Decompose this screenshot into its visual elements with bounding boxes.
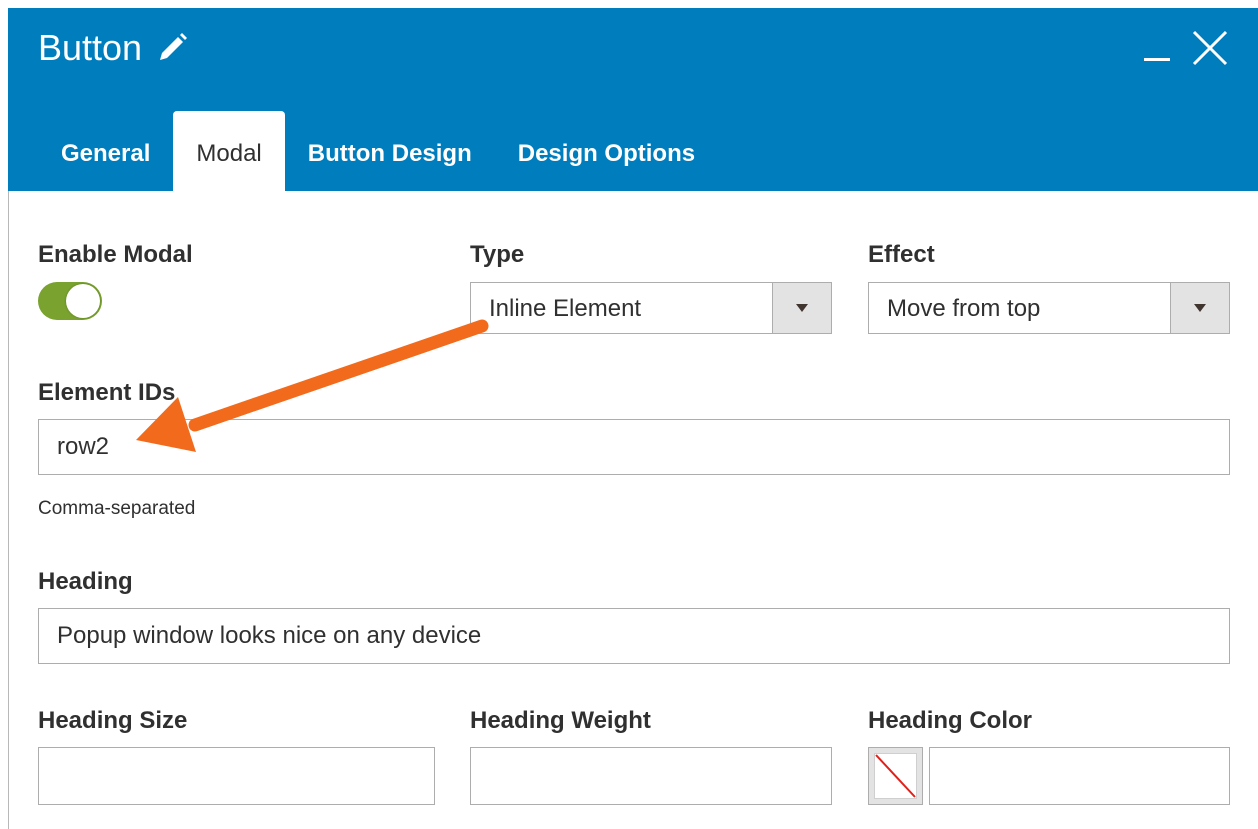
tab-design-options[interactable]: Design Options <box>495 111 718 191</box>
minimize-icon[interactable] <box>1144 58 1170 61</box>
tab-bar: General Modal Button Design Design Optio… <box>38 111 718 191</box>
enable-modal-toggle[interactable] <box>38 282 102 320</box>
heading-size-label: Heading Size <box>38 707 188 734</box>
heading-weight-input[interactable] <box>470 747 832 805</box>
heading-color-input[interactable] <box>929 747 1230 805</box>
enable-modal-label: Enable Modal <box>38 241 193 268</box>
type-select-value: Inline Element <box>489 295 642 322</box>
effect-select[interactable]: Move from top <box>868 282 1230 334</box>
element-ids-input[interactable]: row2 <box>38 419 1230 475</box>
tab-modal[interactable]: Modal <box>173 111 285 191</box>
heading-input[interactable]: Popup window looks nice on any device <box>38 608 1230 664</box>
close-icon[interactable] <box>1192 30 1228 66</box>
heading-weight-label: Heading Weight <box>470 707 651 734</box>
panel-left-border <box>8 191 9 829</box>
heading-color-label: Heading Color <box>868 707 1033 734</box>
heading-label: Heading <box>38 568 133 595</box>
title-text: Button <box>38 27 143 68</box>
element-ids-note: Comma-separated <box>38 498 196 519</box>
tab-general[interactable]: General <box>38 111 173 191</box>
chevron-down-icon[interactable] <box>772 283 831 333</box>
chevron-down-icon[interactable] <box>1170 283 1229 333</box>
no-color-icon <box>874 753 917 799</box>
heading-color-swatch[interactable] <box>868 747 923 805</box>
type-select[interactable]: Inline Element <box>470 282 832 334</box>
pencil-icon[interactable] <box>154 30 190 66</box>
effect-select-value: Move from top <box>887 295 1041 322</box>
heading-size-input[interactable] <box>38 747 435 805</box>
modal-header: Button General Modal Button Design Desig… <box>8 8 1258 191</box>
type-label: Type <box>470 241 525 268</box>
toggle-knob <box>66 284 100 318</box>
modal-title: Button <box>38 28 190 68</box>
element-ids-label: Element IDs <box>38 379 176 406</box>
tab-button-design[interactable]: Button Design <box>285 111 495 191</box>
effect-label: Effect <box>868 241 935 268</box>
